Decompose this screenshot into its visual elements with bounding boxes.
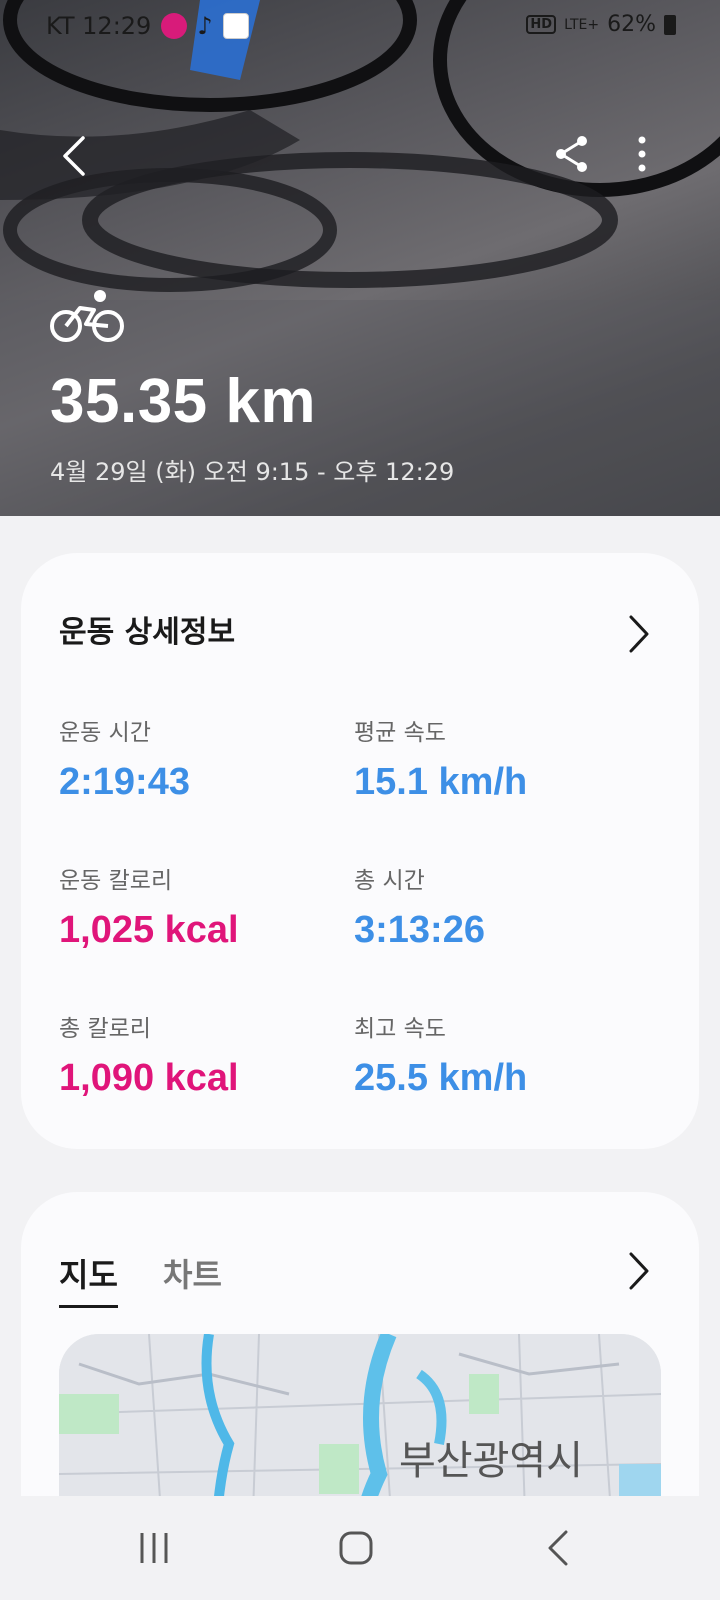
share-icon [556,136,587,172]
stat-workout-calories: 운동 칼로리 1,025 kcal [59,861,239,952]
navigation-bar [0,1496,720,1600]
more-vertical-icon [638,136,646,172]
stat-value: 1,025 kcal [59,909,239,951]
stat-value: 25.5 km/h [354,1057,528,1099]
stat-avg-speed: 평균 속도 15.1 km/h [354,713,527,804]
stat-max-speed: 최고 속도 25.5 km/h [354,1009,527,1100]
stat-label: 총 칼로리 [59,1016,151,1042]
stat-label: 총 시간 [354,868,425,894]
details-title: 운동 상세정보 [59,615,236,650]
recents-icon [140,1533,168,1563]
chevron-right-icon [629,1252,649,1290]
nav-back-button[interactable] [518,1522,598,1574]
home-button[interactable] [316,1522,396,1574]
cycling-background-image [0,0,720,516]
map-open-button[interactable] [619,1246,659,1296]
hd-voice-icon: HD [526,15,557,34]
stat-label: 평균 속도 [354,720,446,746]
battery-icon [664,14,676,35]
chevron-left-icon [63,136,85,176]
chevron-right-icon [629,615,649,653]
recents-button[interactable] [114,1522,194,1574]
stat-value: 15.1 km/h [354,761,528,803]
workout-details-card: 운동 상세정보 운동 시간 2:19:43 평균 속도 15.1 km/h 운동… [21,553,699,1149]
stat-value: 2:19:43 [59,761,190,803]
home-icon [339,1531,373,1565]
stat-workout-time: 운동 시간 2:19:43 [59,713,190,804]
app-notification-icon-2 [222,13,249,39]
stat-label: 최고 속도 [354,1016,446,1042]
tab-chart[interactable]: 차트 [163,1250,222,1296]
stat-total-time: 총 시간 3:13:26 [354,861,485,952]
back-button[interactable] [46,128,102,184]
details-open-button[interactable] [619,609,659,659]
map-place-label: 부산광역시 [399,1438,583,1484]
stat-label: 운동 칼로리 [59,868,173,894]
more-options-button[interactable] [614,126,670,182]
hero-banner: KT 12:29 ♪ HD LTE+ 62% 35.35 km 4월 29일 (… [0,0,720,516]
carrier-time: KT 12:29 [46,12,152,40]
tab-map[interactable]: 지도 [59,1250,118,1308]
stat-total-calories: 총 칼로리 1,090 kcal [59,1009,239,1100]
share-button[interactable] [544,126,600,182]
distance-value: 35.35 km [50,367,316,436]
stat-value: 3:13:26 [354,909,485,951]
stat-value: 1,090 kcal [59,1057,239,1099]
workout-datetime: 4월 29일 (화) 오전 9:15 - 오후 12:29 [50,458,455,486]
battery-percent: 62% [607,12,656,37]
status-bar: KT 12:29 ♪ HD LTE+ 62% [0,0,720,52]
music-note-icon: ♪ [197,12,213,40]
network-label: LTE+ [564,16,600,33]
stat-label: 운동 시간 [59,720,151,746]
app-notification-icon [161,13,188,39]
back-icon [548,1530,568,1566]
cycling-icon [50,290,124,342]
